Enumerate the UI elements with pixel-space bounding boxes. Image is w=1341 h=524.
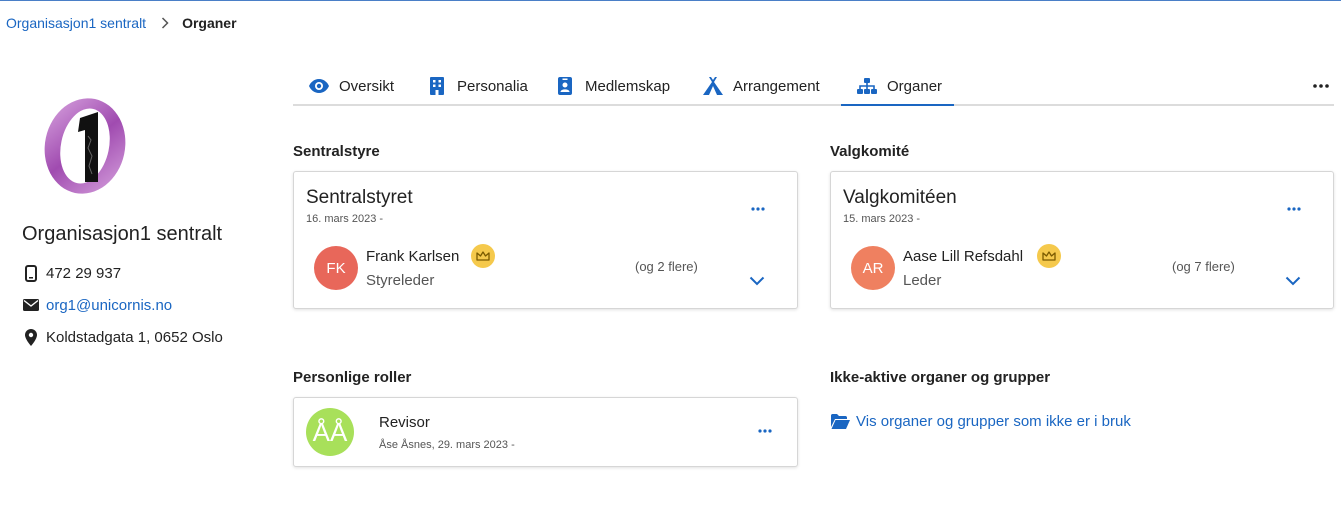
chevron-right-icon (154, 15, 176, 31)
address-row: Koldstadgata 1, 0652 Oslo (23, 328, 223, 346)
role-subtitle: Åse Åsnes, 29. mars 2023 - (379, 439, 515, 451)
tab-arrangement[interactable]: Arrangement (703, 68, 820, 104)
address: Koldstadgata 1, 0652 Oslo (46, 328, 223, 346)
section-heading-sentralstyre: Sentralstyre (293, 143, 380, 160)
crown-icon (1037, 244, 1061, 268)
person-name: Frank Karlsen (366, 248, 460, 265)
folder-open-icon (830, 412, 850, 430)
person-name: Aase Lill Refsdahl (903, 248, 1024, 265)
sitemap-icon (857, 76, 877, 96)
tabs-more-button[interactable] (1312, 76, 1330, 96)
organisation-logo (38, 96, 132, 196)
organ-card-valgkomiteen[interactable]: Valgkomitéen 15. mars 2023 - AR Aase Lil… (830, 171, 1334, 309)
tab-bar: Oversikt Personalia Medlemskap Arrangeme… (293, 68, 1334, 106)
person-role: Leder (903, 272, 942, 289)
personal-role-card[interactable]: ÅÅ Revisor Åse Åsnes, 29. mars 2023 - (293, 397, 798, 467)
organ-card-sentralstyret[interactable]: Sentralstyret 16. mars 2023 - FK Frank K… (293, 171, 798, 309)
tab-medlemskap[interactable]: Medlemskap (555, 68, 670, 104)
building-icon (427, 76, 447, 96)
top-border (0, 0, 1341, 1)
more-members-count: (og 7 flere) (1172, 259, 1235, 274)
envelope-icon (23, 296, 39, 314)
organ-title: Valgkomitéen (843, 187, 957, 208)
email-row: org1@unicornis.no (23, 296, 172, 314)
section-heading-ikke-aktive: Ikke-aktive organer og grupper (830, 369, 1051, 386)
tent-icon (703, 76, 723, 96)
avatar: ÅÅ (306, 408, 354, 456)
crown-icon (471, 244, 495, 268)
tab-label: Organer (887, 77, 943, 95)
phone-number: 472 29 937 (46, 264, 122, 282)
tab-oversikt[interactable]: Oversikt (309, 68, 394, 104)
organ-date: 16. mars 2023 - (306, 213, 384, 225)
role-title: Revisor (379, 414, 430, 431)
show-inactive-organs-link[interactable]: Vis organer og grupper som ikke er i bru… (830, 412, 1131, 430)
card-menu-button[interactable] (755, 424, 775, 438)
tab-label: Medlemskap (585, 77, 671, 95)
tab-label: Arrangement (733, 77, 820, 95)
section-heading-valgkomite: Valgkomité (830, 143, 910, 160)
chevron-down-icon[interactable] (748, 274, 766, 288)
organisation-name: Organisasjon1 sentralt (22, 223, 223, 245)
email-link[interactable]: org1@unicornis.no (46, 297, 172, 314)
organ-date: 15. mars 2023 - (843, 213, 921, 225)
ellipsis-icon (758, 429, 772, 433)
tab-label: Personalia (457, 77, 528, 95)
mobile-phone-icon (23, 264, 39, 282)
id-badge-icon (555, 76, 575, 96)
breadcrumb: Organisasjon1 sentralt Organer (6, 14, 237, 32)
organ-title: Sentralstyret (306, 187, 413, 208)
tab-organer[interactable]: Organer (840, 68, 955, 106)
show-inactive-label: Vis organer og grupper som ikke er i bru… (856, 412, 1131, 430)
ellipsis-icon (751, 207, 765, 211)
breadcrumb-current: Organer (182, 15, 237, 31)
card-menu-button[interactable] (1284, 202, 1304, 216)
phone-row: 472 29 937 (23, 264, 121, 282)
chevron-down-icon[interactable] (1284, 274, 1302, 288)
tab-label: Oversikt (339, 77, 395, 95)
avatar: AR (851, 246, 895, 290)
more-members-count: (og 2 flere) (635, 259, 698, 274)
tab-personalia[interactable]: Personalia (427, 68, 528, 104)
section-heading-personlige-roller: Personlige roller (293, 369, 412, 386)
ellipsis-icon (1313, 84, 1329, 88)
avatar: FK (314, 246, 358, 290)
breadcrumb-parent-link[interactable]: Organisasjon1 sentralt (6, 15, 146, 31)
map-marker-icon (23, 328, 39, 346)
person-role: Styreleder (366, 272, 435, 289)
eye-icon (309, 76, 329, 96)
ellipsis-icon (1287, 207, 1301, 211)
card-menu-button[interactable] (748, 202, 768, 216)
